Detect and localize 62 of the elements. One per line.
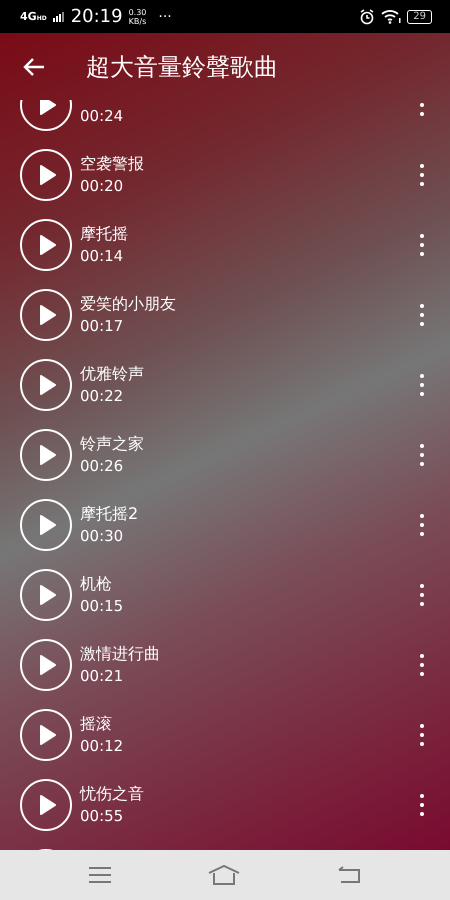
- play-icon: [40, 305, 56, 325]
- play-icon: [40, 445, 56, 465]
- play-icon: [40, 515, 56, 535]
- track-title: 爱笑的小朋友: [80, 294, 177, 314]
- play-icon: [40, 100, 56, 115]
- play-icon: [40, 655, 56, 675]
- track-duration: 00:21: [80, 666, 124, 686]
- track-duration: 00:22: [80, 386, 124, 406]
- more-options-button[interactable]: [418, 722, 426, 748]
- back-button[interactable]: [22, 56, 46, 76]
- play-button[interactable]: [20, 499, 72, 551]
- track-duration: 00:14: [80, 246, 124, 266]
- track-duration: 00:24: [80, 106, 124, 126]
- play-icon: [40, 585, 56, 605]
- track-title: 空袭警报: [80, 154, 145, 174]
- play-icon: [40, 165, 56, 185]
- track-duration: 00:17: [80, 316, 124, 336]
- track-duration: 00:26: [80, 456, 124, 476]
- more-options-button[interactable]: [418, 512, 426, 538]
- play-button[interactable]: [20, 149, 72, 201]
- track-title: 摩托摇: [80, 224, 129, 244]
- more-options-button[interactable]: [418, 442, 426, 468]
- wifi-icon: [381, 9, 402, 24]
- speed-unit: KB/s: [128, 16, 146, 26]
- play-icon: [40, 725, 56, 745]
- play-button[interactable]: [20, 779, 72, 831]
- alarm-icon: [359, 8, 376, 24]
- clock-time: 20:19: [70, 6, 123, 27]
- track-duration: 00:12: [80, 736, 124, 756]
- play-button[interactable]: [20, 289, 72, 341]
- track-title: 铃声之家: [80, 434, 145, 454]
- play-button[interactable]: [20, 429, 72, 481]
- track-title: 优雅铃声: [80, 364, 145, 384]
- track-title: 摩托摇2: [80, 504, 140, 524]
- track-title: 激情进行曲: [80, 644, 161, 664]
- more-options-button[interactable]: [418, 582, 426, 608]
- track-duration: 00:30: [80, 526, 124, 546]
- track-title: 摇滚: [80, 714, 113, 734]
- play-button[interactable]: [20, 219, 72, 271]
- track-duration: 00:15: [80, 596, 124, 616]
- play-button[interactable]: [20, 639, 72, 691]
- more-options-button[interactable]: [418, 162, 426, 188]
- play-button[interactable]: [20, 709, 72, 761]
- page-title: 超大音量鈴聲歌曲: [86, 52, 278, 82]
- network-speed: 0.30: [128, 8, 146, 16]
- more-notifications: ···: [158, 8, 172, 24]
- play-icon: [40, 375, 56, 395]
- more-options-button[interactable]: [418, 302, 426, 328]
- more-options-button[interactable]: [418, 232, 426, 258]
- play-button[interactable]: [20, 569, 72, 621]
- track-title: 机枪: [80, 574, 113, 594]
- track-duration: 00:55: [80, 806, 124, 826]
- battery-level: 29: [407, 10, 432, 24]
- more-options-button[interactable]: [418, 652, 426, 678]
- play-button[interactable]: [20, 359, 72, 411]
- play-icon: [40, 235, 56, 255]
- track-title: 忧伤之音: [80, 784, 145, 804]
- more-options-button[interactable]: [418, 372, 426, 398]
- signal-icon: [52, 12, 65, 22]
- play-icon: [40, 795, 56, 815]
- more-options-button[interactable]: [418, 792, 426, 818]
- track-duration: 00:20: [80, 176, 124, 196]
